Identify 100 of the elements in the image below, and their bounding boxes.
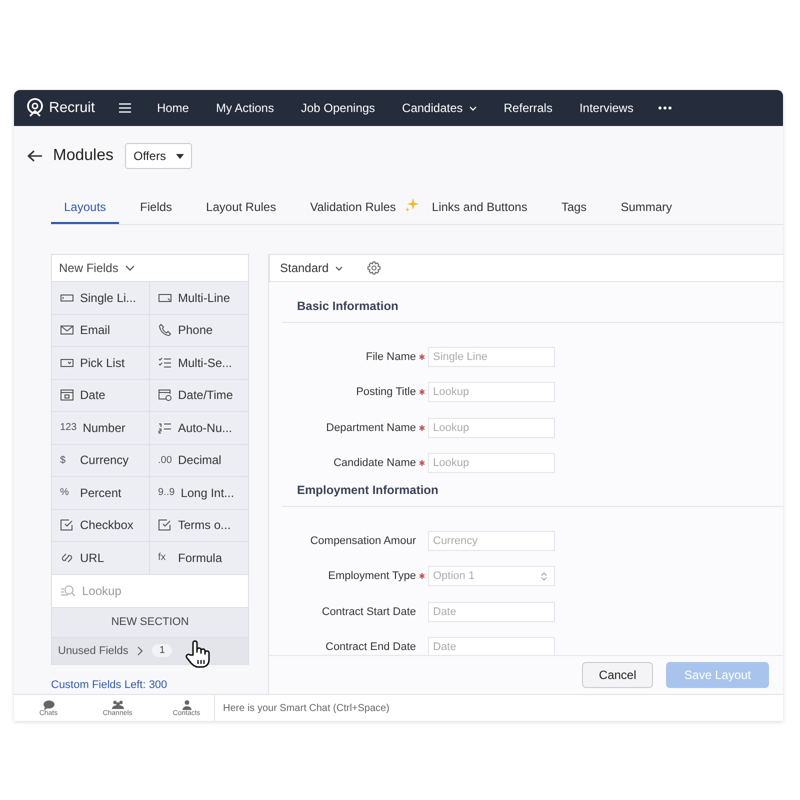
field-type-label: Email [80, 323, 110, 338]
field-label: Candidate Name [332, 457, 416, 470]
input-field[interactable]: Date [428, 637, 555, 655]
search-icon [60, 584, 76, 598]
smart-chat-hint: Here is your Smart Chat (Ctrl+Space) [214, 695, 390, 721]
field-type-label: Formula [178, 550, 222, 565]
checkbox-icon [158, 518, 172, 532]
tab[interactable]: Validation Rules [297, 200, 409, 224]
field-type-item[interactable]: Multi-Line [150, 282, 248, 314]
chevron-right-icon [137, 646, 144, 656]
field-label: Employment Type [327, 570, 416, 582]
person-icon [180, 700, 192, 710]
logo-icon [26, 98, 44, 118]
nav-item[interactable]: Referrals [504, 101, 552, 115]
field-type-icon: $ [60, 454, 74, 466]
tab[interactable]: Summary [608, 200, 686, 224]
back-arrow-icon[interactable] [27, 150, 43, 162]
section-title: Basic Information [297, 299, 398, 313]
caret-icon [176, 154, 184, 158]
nav-item[interactable]: Home [156, 101, 189, 115]
field-type-icon: % [60, 487, 74, 498]
field-type-item[interactable]: $ Currency [52, 444, 150, 477]
field-type-label: Lookup [82, 584, 122, 598]
custom-fields-left-text: Custom Fields Left: 300 [51, 678, 168, 690]
field-type-item[interactable]: URL [52, 542, 150, 574]
settings-icon[interactable] [366, 261, 381, 275]
tab[interactable]: Fields [127, 200, 186, 224]
field-type-icon: fx [158, 552, 172, 564]
field-type-icon: 123 [60, 422, 77, 434]
field-type-label: Multi-Se... [178, 356, 232, 370]
list-icon [158, 356, 172, 370]
new-fields-dropdown[interactable]: New Fields [52, 255, 248, 282]
tab[interactable]: Tags [548, 200, 600, 224]
field-type-item[interactable]: Single Li... [52, 282, 150, 314]
calendar-icon [158, 388, 172, 402]
nav-item[interactable]: Job Openings [300, 101, 376, 115]
input-field[interactable]: Date [428, 602, 555, 622]
tab[interactable]: Layouts [51, 200, 120, 224]
input-field[interactable]: Single Line [428, 346, 555, 367]
field-type-label: Percent [80, 486, 122, 500]
chevron-down-icon [125, 265, 136, 271]
field-type-item[interactable]: 123 Number [52, 412, 150, 444]
tab[interactable]: Layout Rules [193, 200, 290, 224]
field-type-item[interactable]: Date [52, 380, 150, 412]
field-type-item[interactable]: Auto-Nu... [150, 412, 248, 444]
input-field[interactable]: Lookup [428, 418, 555, 438]
people-icon [112, 700, 124, 710]
field-type-label: Long Int... [180, 486, 234, 500]
field-type-label: Date [80, 388, 106, 402]
field-type-item[interactable]: .00 Decimal [150, 444, 248, 477]
hand-cursor-icon [185, 639, 211, 669]
field-type-label: URL [80, 550, 104, 565]
field-type-item[interactable]: 9..9 Long Int... [150, 477, 248, 510]
new-section-button[interactable]: NEW SECTION [52, 608, 248, 638]
list-icon [158, 420, 172, 435]
tab[interactable]: Links and Buttons [418, 200, 540, 224]
field-type-item[interactable]: Multi-Se... [150, 347, 248, 380]
input-field[interactable]: Lookup [428, 453, 555, 474]
calendar-icon [60, 388, 74, 402]
page-title: Modules [53, 147, 114, 165]
app-name: Recruit [49, 100, 95, 116]
field-label: Compensation Amour [309, 534, 416, 547]
field-type-label: Decimal [178, 453, 222, 468]
nav-item[interactable]: Interviews [579, 101, 634, 115]
unused-fields-row[interactable]: Unused Fields 1 [52, 638, 248, 664]
field-type-icon: 9..9 [158, 487, 175, 498]
link-icon [60, 550, 74, 565]
more-icon[interactable] [658, 106, 672, 110]
menu-icon[interactable] [118, 103, 131, 113]
field-label: Posting Title [355, 386, 416, 398]
field-type-label: Currency [80, 453, 129, 468]
field-label: Contract End Date [324, 641, 416, 654]
input-field[interactable]: Lookup [428, 382, 555, 402]
module-dropdown[interactable]: Offers [125, 143, 192, 169]
field-type-item[interactable]: Date/Time [150, 380, 248, 412]
field-label: File Name [364, 350, 416, 363]
field-type-icon: .00 [158, 454, 172, 466]
field-type-label: Multi-Line [178, 290, 230, 305]
checkbox-icon [60, 518, 74, 532]
field-type-item[interactable]: Phone [150, 314, 248, 347]
chevron-down-icon [334, 266, 343, 270]
field-type-item[interactable]: Checkbox [52, 510, 150, 542]
field-type-label: Pick List [80, 356, 125, 370]
field-type-item[interactable]: Terms o... [150, 510, 248, 542]
nav-item[interactable]: Candidates [402, 101, 477, 115]
field-type-item[interactable]: fx Formula [150, 542, 248, 574]
field-type-label: Checkbox [80, 518, 134, 532]
field-label: Contract Start Date [320, 606, 416, 618]
cancel-button[interactable]: Cancel [582, 662, 654, 688]
field-type-item[interactable]: % Percent [52, 477, 150, 510]
field-type-label: Terms o... [178, 518, 231, 532]
input-field[interactable]: Currency [428, 530, 555, 551]
field-type-label: Single Li... [80, 290, 136, 305]
envelope-icon [60, 323, 74, 338]
layout-dropdown[interactable]: Standard [280, 261, 343, 275]
field-type-item[interactable]: Email [52, 314, 150, 347]
phone-icon [158, 323, 172, 338]
nav-item[interactable]: My Actions [216, 101, 274, 115]
field-type-item[interactable]: Pick List [52, 347, 150, 380]
unused-fields-label: Unused Fields [58, 644, 128, 656]
